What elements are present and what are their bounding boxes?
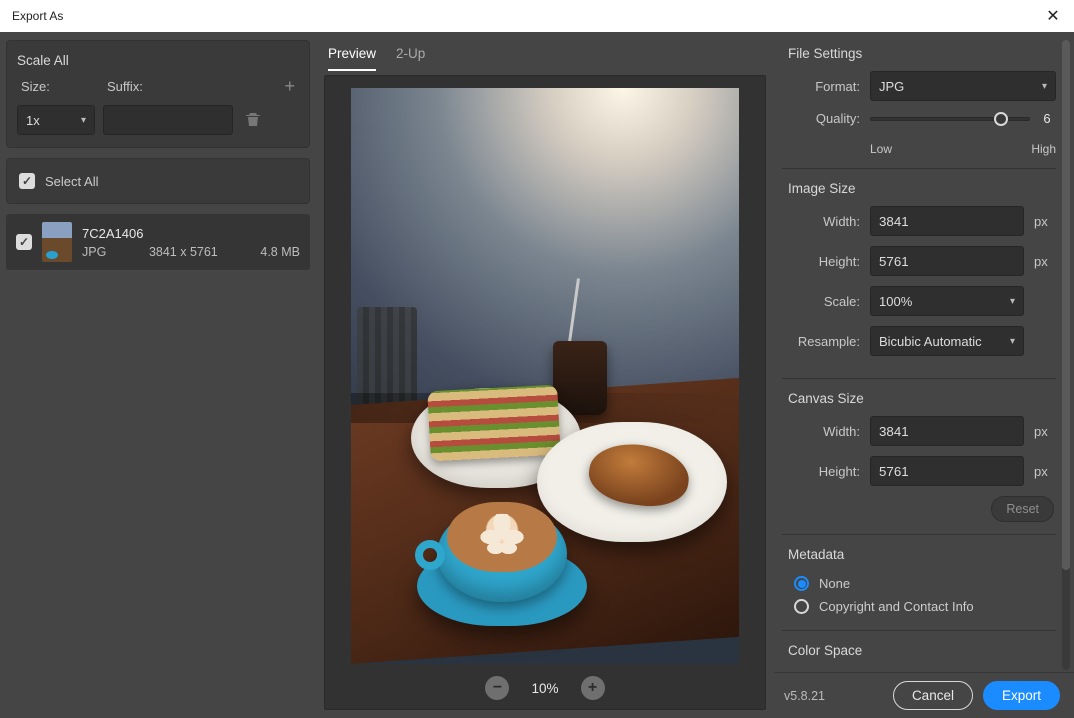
chevron-down-icon: ▾ <box>1010 296 1015 307</box>
metadata-copyright-label: Copyright and Contact Info <box>819 599 974 614</box>
scale-value: 100% <box>879 294 912 309</box>
image-size-title: Image Size <box>782 181 1056 196</box>
export-button[interactable]: Export <box>983 681 1060 710</box>
zoom-bar: − 10% + <box>325 664 765 708</box>
zoom-out-button[interactable]: − <box>485 676 509 700</box>
asset-item[interactable]: 7C2A1406 JPG 3841 x 5761 4.8 MB <box>6 214 310 270</box>
metadata-title: Metadata <box>782 547 1056 562</box>
footer: v5.8.21 Cancel Export <box>774 672 1074 718</box>
assets-box: Select All <box>6 158 310 204</box>
px-unit: px <box>1034 464 1056 479</box>
center-panel: Preview 2-Up − 10% + <box>316 32 774 718</box>
preview-image <box>351 88 739 664</box>
scale-select[interactable]: 100% ▾ <box>870 286 1024 316</box>
size-label: Size: <box>21 79 107 94</box>
asset-name: 7C2A1406 <box>82 226 300 241</box>
height-label: Height: <box>782 254 860 269</box>
suffix-label: Suffix: <box>107 79 284 94</box>
select-all-checkbox[interactable] <box>19 173 35 189</box>
px-unit: px <box>1034 254 1056 269</box>
scale-all-title: Scale All <box>17 53 299 68</box>
left-panel: Scale All Size: Suffix: + 1x ▾ Select <box>0 32 316 718</box>
trash-icon[interactable] <box>245 111 261 130</box>
file-settings-title: File Settings <box>782 46 1056 61</box>
close-icon[interactable]: ✕ <box>1044 7 1062 25</box>
right-panel: File Settings Format: JPG ▾ Quality: <box>774 32 1074 718</box>
scrollbar-thumb[interactable] <box>1062 40 1070 570</box>
color-space-title: Color Space <box>782 643 1056 658</box>
quality-label: Quality: <box>782 111 860 126</box>
asset-info: 7C2A1406 JPG 3841 x 5761 4.8 MB <box>82 226 300 259</box>
px-unit: px <box>1034 424 1056 439</box>
asset-thumbnail <box>42 222 72 262</box>
canvas-height-label: Height: <box>782 464 860 479</box>
canvas-height-input[interactable] <box>870 456 1024 486</box>
canvas-width-input[interactable] <box>870 416 1024 446</box>
canvas-width-label: Width: <box>782 424 860 439</box>
image-size-section: Image Size Width: px Height: px Scale: 1… <box>782 168 1056 378</box>
reset-button[interactable]: Reset <box>991 496 1054 522</box>
asset-format: JPG <box>82 245 106 259</box>
quality-high-label: High <box>1031 142 1056 156</box>
zoom-level: 10% <box>531 681 558 696</box>
chevron-down-icon: ▾ <box>1010 336 1015 347</box>
image-height-input[interactable] <box>870 246 1024 276</box>
asset-checkbox[interactable] <box>16 234 32 250</box>
radio-icon <box>794 576 809 591</box>
color-space-section: Color Space <box>782 630 1056 658</box>
size-select[interactable]: 1x ▾ <box>17 105 95 135</box>
metadata-none-label: None <box>819 576 850 591</box>
main-area: Scale All Size: Suffix: + 1x ▾ Select <box>0 32 1074 718</box>
asset-dims: 3841 x 5761 <box>149 245 218 259</box>
chevron-down-icon: ▾ <box>81 115 86 126</box>
radio-icon <box>794 599 809 614</box>
add-size-icon[interactable]: + <box>284 76 295 97</box>
canvas-size-title: Canvas Size <box>782 391 1056 406</box>
scale-input-row: 1x ▾ <box>17 105 299 135</box>
window-title: Export As <box>12 9 63 23</box>
quality-low-label: Low <box>870 142 892 156</box>
zoom-in-button[interactable]: + <box>581 676 605 700</box>
scale-all-box: Scale All Size: Suffix: + 1x ▾ <box>6 40 310 148</box>
canvas-size-section: Canvas Size Width: px Height: px Reset <box>782 378 1056 534</box>
resample-label: Resample: <box>782 334 860 349</box>
version-label: v5.8.21 <box>784 689 825 703</box>
metadata-copyright-option[interactable]: Copyright and Contact Info <box>782 595 1056 618</box>
preview-viewport[interactable]: − 10% + <box>324 75 766 710</box>
width-label: Width: <box>782 214 860 229</box>
metadata-none-option[interactable]: None <box>782 572 1056 595</box>
px-unit: px <box>1034 214 1056 229</box>
select-all-row[interactable]: Select All <box>17 169 299 193</box>
asset-filesize: 4.8 MB <box>260 245 300 259</box>
quality-slider[interactable] <box>870 117 1030 121</box>
image-width-input[interactable] <box>870 206 1024 236</box>
cancel-button[interactable]: Cancel <box>893 681 973 710</box>
suffix-input[interactable] <box>103 105 233 135</box>
scale-label: Scale: <box>782 294 860 309</box>
quality-slider-thumb[interactable] <box>994 112 1008 126</box>
tab-2up[interactable]: 2-Up <box>396 42 425 71</box>
format-label: Format: <box>782 79 860 94</box>
format-value: JPG <box>879 79 904 94</box>
preview-tabs: Preview 2-Up <box>324 36 766 71</box>
scale-header-row: Size: Suffix: + <box>17 76 299 97</box>
resample-select[interactable]: Bicubic Automatic ▾ <box>870 326 1024 356</box>
resample-value: Bicubic Automatic <box>879 334 982 349</box>
quality-value: 6 <box>1038 111 1056 126</box>
title-bar: Export As ✕ <box>0 0 1074 32</box>
metadata-section: Metadata None Copyright and Contact Info <box>782 534 1056 630</box>
chevron-down-icon: ▾ <box>1042 81 1047 92</box>
format-select[interactable]: JPG ▾ <box>870 71 1056 101</box>
file-settings-section: File Settings Format: JPG ▾ Quality: <box>782 40 1056 168</box>
tab-preview[interactable]: Preview <box>328 42 376 71</box>
select-all-label: Select All <box>45 174 98 189</box>
size-value: 1x <box>26 113 40 128</box>
